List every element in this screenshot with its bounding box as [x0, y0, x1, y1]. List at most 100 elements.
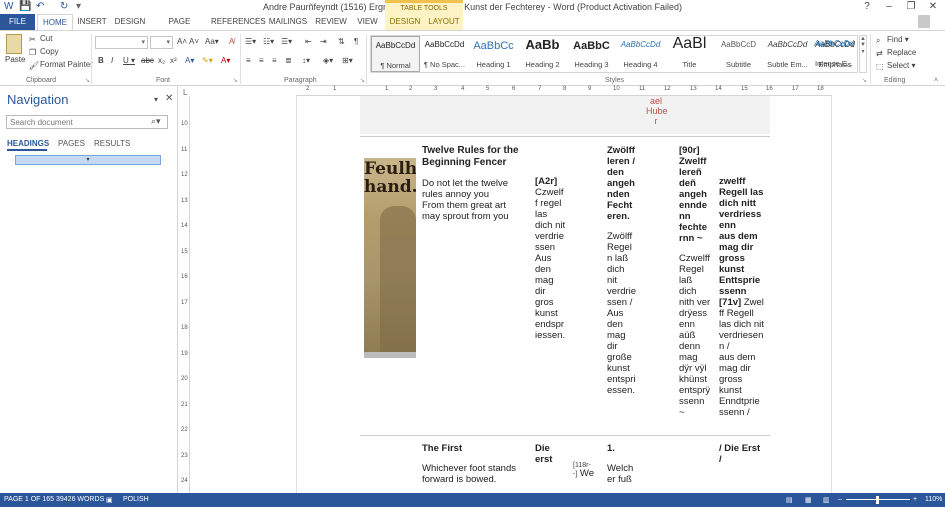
- web-layout-icon[interactable]: ▥: [823, 496, 830, 504]
- find-button[interactable]: ⌕ Find ▾: [876, 35, 909, 45]
- cut-button[interactable]: ✂ Cut: [29, 34, 52, 44]
- close-button[interactable]: ✕: [922, 0, 944, 14]
- nav-options-icon[interactable]: ▾: [154, 95, 158, 104]
- clipboard-launcher-icon[interactable]: ↘: [85, 77, 90, 84]
- select-button[interactable]: ⬚ Select ▾: [876, 61, 915, 71]
- decrease-indent-button[interactable]: ⇤: [305, 37, 312, 46]
- style-no-spacing[interactable]: AaBbCcDd ¶ No Spac...: [420, 36, 469, 72]
- bullets-button[interactable]: ☰▾: [245, 37, 256, 46]
- text-effects-button[interactable]: A▾: [185, 56, 194, 65]
- style-title[interactable]: AaBl Title: [665, 35, 714, 72]
- line-spacing-button[interactable]: ↕▾: [302, 56, 310, 65]
- style-heading-2[interactable]: AaBb Heading 2: [518, 36, 567, 72]
- style-heading-3[interactable]: AaBbC Heading 3: [567, 36, 616, 72]
- paste-icon[interactable]: [6, 34, 22, 54]
- style-subtitle[interactable]: AaBbCcD Subtitle: [714, 36, 763, 72]
- table-cell-transcription-4[interactable]: / Die Erst /: [719, 443, 771, 465]
- collapse-ribbon-icon[interactable]: ˄: [934, 77, 938, 84]
- table-cell-translation[interactable]: Twelve Rules for the Beginning Fencer Do…: [422, 145, 526, 222]
- paragraph-launcher-icon[interactable]: ↘: [360, 77, 365, 84]
- tab-design[interactable]: DESIGN: [113, 14, 147, 30]
- minimize-button[interactable]: –: [878, 0, 900, 14]
- underline-button[interactable]: U ▾: [123, 56, 135, 65]
- table-cell-ref[interactable]: [118r- -] We: [573, 462, 607, 479]
- read-mode-icon[interactable]: ▤: [786, 496, 793, 504]
- style-subtle-emphasis[interactable]: AaBbCcDd Subtle Em...: [763, 36, 812, 72]
- style-intense-emphasis[interactable]: AaBbCcDd Intense E...: [810, 35, 858, 71]
- align-center-button[interactable]: ≡: [259, 56, 264, 65]
- show-marks-button[interactable]: ¶: [354, 37, 358, 46]
- zoom-out-icon[interactable]: –: [838, 496, 842, 503]
- replace-button[interactable]: ⇄ Replace: [876, 48, 916, 58]
- tab-mailings[interactable]: MAILINGS: [268, 14, 308, 30]
- tab-table-layout[interactable]: LAYOUT: [427, 14, 461, 30]
- search-icon[interactable]: ⌕▾: [151, 116, 161, 127]
- bold-button[interactable]: B: [98, 56, 104, 65]
- multilevel-list-button[interactable]: ☰▾: [281, 37, 292, 46]
- zoom-slider-thumb[interactable]: [875, 496, 879, 504]
- tab-page-layout[interactable]: PAGE LAYOUT: [152, 14, 207, 42]
- font-size-combo[interactable]: ▾: [150, 36, 173, 49]
- grow-font-button[interactable]: A˄: [177, 37, 187, 46]
- tab-view[interactable]: VIEW: [353, 14, 382, 30]
- restore-button[interactable]: ❐: [900, 0, 922, 14]
- table-cell-transcription-3[interactable]: [90r] Zwelff lereñ deñ angeh ennde nn fe…: [679, 145, 719, 418]
- word-count[interactable]: 39426 WORDS: [56, 496, 104, 503]
- paste-button[interactable]: Paste: [5, 55, 25, 64]
- styles-launcher-icon[interactable]: ↘: [862, 77, 867, 84]
- nav-tab-headings[interactable]: HEADINGS: [7, 139, 49, 148]
- numbering-button[interactable]: ☷▾: [263, 37, 274, 46]
- align-right-button[interactable]: ≡: [272, 56, 277, 65]
- styles-gallery-scroll[interactable]: ▲ ▼ ▾: [859, 35, 867, 73]
- nav-tab-results[interactable]: RESULTS: [94, 139, 130, 148]
- tab-review[interactable]: REVIEW: [313, 14, 349, 30]
- style-normal[interactable]: AaBbCcDd ¶ Normal: [371, 36, 420, 72]
- nav-tab-pages[interactable]: PAGES: [58, 139, 85, 148]
- print-layout-icon[interactable]: ▦: [805, 496, 812, 504]
- nav-search-input[interactable]: [6, 115, 168, 129]
- change-case-button[interactable]: Aa▾: [205, 37, 219, 46]
- style-heading-1[interactable]: AaBbCc Heading 1: [469, 36, 518, 72]
- zoom-level[interactable]: 110%: [925, 496, 942, 503]
- table-cell-transcription-4[interactable]: zwelff Regell las dich nitt verdriess en…: [719, 176, 771, 418]
- horizontal-ruler[interactable]: 2 1 1 2 3 4 5 6 7 8 9 10 11 12 13 14 15 …: [296, 86, 832, 96]
- copy-button[interactable]: ❐ Copy: [29, 47, 59, 57]
- font-color-button[interactable]: A▾: [221, 56, 230, 65]
- nav-close-icon[interactable]: ✕: [165, 93, 173, 104]
- font-name-combo[interactable]: ▾: [95, 36, 148, 49]
- table-cell-transcription-1[interactable]: [A2r] Czwelf f regel las dich nit verdri…: [535, 176, 575, 341]
- table-cell-transcription-1[interactable]: Die erst: [535, 443, 575, 465]
- tab-references[interactable]: REFERENCES: [211, 14, 266, 30]
- table-cell-transcription-2[interactable]: Zwölff leren / den angeh nden Fecht eren…: [607, 145, 649, 396]
- justify-button[interactable]: ≣: [285, 56, 292, 65]
- shrink-font-button[interactable]: A˅: [189, 37, 199, 46]
- shading-button[interactable]: ◈▾: [323, 56, 333, 65]
- style-heading-4[interactable]: AaBbCcDd Heading 4: [616, 36, 665, 72]
- sort-button[interactable]: ⇅: [338, 37, 345, 46]
- superscript-button[interactable]: x²: [170, 56, 177, 65]
- user-avatar[interactable]: [918, 15, 930, 28]
- nav-heading-item[interactable]: ▾: [15, 155, 161, 165]
- font-launcher-icon[interactable]: ↘: [233, 77, 238, 84]
- italic-button[interactable]: I: [111, 56, 113, 65]
- zoom-in-icon[interactable]: +: [913, 496, 917, 503]
- table-cell-translation[interactable]: The First Whichever foot stands forward …: [422, 443, 526, 485]
- vertical-ruler[interactable]: 10 11 12 13 14 15 16 17 18 19 20 21 22 2…: [180, 96, 190, 493]
- borders-button[interactable]: ⊞▾: [342, 56, 353, 65]
- table-cell-transcription-2[interactable]: 1. Welch er fuß: [607, 443, 649, 485]
- tab-insert[interactable]: INSERT: [76, 14, 108, 30]
- document-page[interactable]: ael Hube r Feulh hand. Twelve Rules for …: [296, 96, 832, 493]
- help-button[interactable]: ?: [856, 0, 878, 14]
- tab-home[interactable]: HOME: [37, 14, 73, 30]
- subscript-button[interactable]: x₂: [158, 56, 165, 65]
- format-painter-button[interactable]: 🖌Format Painter: [29, 60, 93, 70]
- increase-indent-button[interactable]: ⇥: [320, 37, 327, 46]
- clear-formatting-button[interactable]: A̸: [229, 37, 234, 46]
- tab-table-design[interactable]: DESIGN: [388, 14, 422, 30]
- strikethrough-button[interactable]: abc: [141, 56, 154, 65]
- language-indicator[interactable]: POLISH: [123, 496, 149, 503]
- highlight-button[interactable]: ✎▾: [202, 56, 213, 65]
- align-left-button[interactable]: ≡: [246, 56, 251, 65]
- tab-file[interactable]: FILE: [0, 14, 35, 30]
- proofing-icon[interactable]: ▣: [106, 496, 113, 504]
